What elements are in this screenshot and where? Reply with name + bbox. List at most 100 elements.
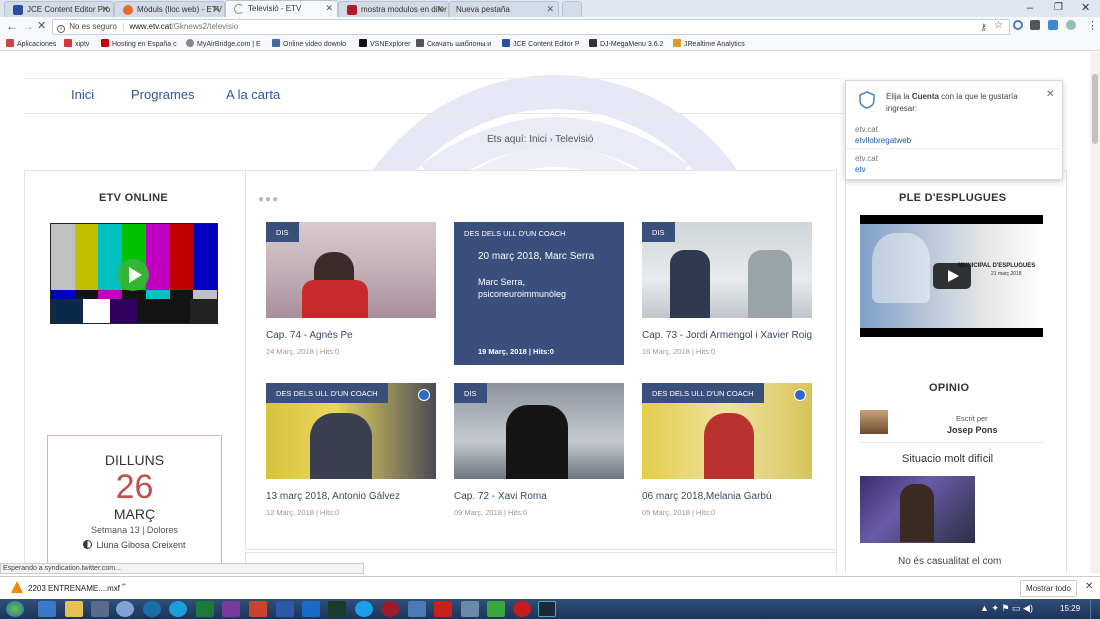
extension-puzzle-icon[interactable]	[1030, 20, 1040, 30]
bookmark-jrealtime[interactable]: JRealtime Analytics	[673, 39, 745, 48]
bookmark-xiptv[interactable]: xiptv	[64, 39, 89, 48]
news-meta: 09 Març, 2018 | Hits:0	[454, 508, 528, 517]
tab-moduls[interactable]: Mòduls (lloc web) - ETV ✕	[114, 1, 225, 17]
scrollbar[interactable]	[1090, 52, 1100, 573]
play-icon[interactable]	[117, 259, 149, 291]
scrollbar-thumb[interactable]	[1092, 74, 1098, 144]
tab-new[interactable]: Nueva pestaña ✕	[449, 1, 559, 17]
category-tag[interactable]: DIS	[266, 222, 299, 242]
extension-v-icon[interactable]	[1048, 20, 1058, 30]
close-icon[interactable]: ✕	[1046, 89, 1054, 100]
media-icon[interactable]	[91, 601, 109, 617]
app-icon[interactable]	[408, 601, 426, 617]
more-dots-icon[interactable]: ●●●	[258, 194, 279, 205]
info-icon[interactable]: i	[57, 25, 65, 33]
close-icon[interactable]: ✕	[546, 4, 554, 15]
bookmark-djmegamenu[interactable]: DJ-MegaMenu 3.6.2	[589, 39, 663, 48]
news-title[interactable]: Cap. 73 - Jordi Armengol i Xavier Roig	[642, 330, 812, 341]
bookmark-vsnexplorer[interactable]: VSNExplorer	[359, 39, 410, 48]
article-image[interactable]	[860, 476, 975, 543]
news-thumb[interactable]: DIS	[454, 383, 624, 479]
stop-icon[interactable]: ✕	[37, 19, 46, 32]
tray-icons[interactable]: ▲ ✦ ⚑ ▭ ◀)	[980, 603, 1033, 614]
bookmark-hosting[interactable]: Hosting en España c	[101, 39, 177, 48]
forward-icon[interactable]: →	[22, 19, 34, 33]
chrome-icon[interactable]	[116, 601, 134, 617]
news-title[interactable]: Cap. 74 - Agnès Pe	[266, 330, 353, 341]
powerpoint-icon[interactable]	[249, 601, 267, 617]
filezilla-icon[interactable]	[434, 601, 452, 617]
app-icon[interactable]	[513, 601, 531, 617]
tab-jce[interactable]: JCE Content Editor Pro - ✕	[4, 1, 114, 17]
play-icon[interactable]	[933, 263, 971, 289]
close-icon[interactable]: ✕	[1085, 581, 1093, 592]
bookmark-jce[interactable]: JCE Content Editor P	[502, 39, 580, 48]
news-title[interactable]: 20 març 2018, Marc Serra	[454, 245, 624, 262]
author-name[interactable]: Josep Pons	[947, 425, 998, 435]
news-thumb[interactable]: DES DELS ULL D'UN COACH	[642, 383, 812, 479]
extension-shield-icon[interactable]	[1013, 20, 1023, 30]
close-icon[interactable]: ✕	[101, 4, 109, 15]
start-icon[interactable]	[6, 601, 24, 617]
app-icon[interactable]	[355, 601, 373, 617]
explorer-icon[interactable]	[65, 601, 83, 617]
vsn-icon[interactable]	[538, 601, 556, 617]
back-icon[interactable]: ←	[6, 19, 18, 33]
ple-video[interactable]: MUNICIPAL D'ESPLUGUES 21 març 2018	[860, 215, 1043, 337]
bookmark-video-downloader[interactable]: Online video downlo	[272, 39, 346, 48]
close-window-icon[interactable]: ✕	[1081, 1, 1090, 14]
bookmark-templates[interactable]: Скачать шаблоны и	[416, 39, 491, 48]
word-icon[interactable]	[276, 601, 294, 617]
maximize-icon[interactable]: ❐	[1054, 2, 1063, 13]
app-icon[interactable]	[381, 601, 399, 617]
news-thumb[interactable]: DIS	[266, 222, 436, 318]
article-title[interactable]: Situacio molt difícil	[902, 453, 993, 465]
breadcrumb-home[interactable]: Inici	[529, 134, 547, 145]
account-option[interactable]: etv.cat etvllobregatweb	[855, 125, 911, 145]
download-file[interactable]: 2203 ENTRENAME....mxf	[28, 584, 120, 593]
account-option[interactable]: etv.cat etv	[855, 154, 878, 174]
tab-mostra[interactable]: mostra modulos en difer ✕	[338, 1, 449, 17]
ie-icon[interactable]	[38, 601, 56, 617]
category-tag[interactable]: DIS	[642, 222, 675, 242]
bookmark-myairbridge[interactable]: MyAirBridge.com | E	[186, 39, 261, 48]
category-tag[interactable]: DES DELS ULL D'UN COACH	[454, 222, 624, 245]
close-icon[interactable]: ✕	[212, 4, 220, 15]
nav-programes[interactable]: Programes	[131, 87, 195, 102]
close-icon[interactable]: ✕	[436, 4, 444, 15]
extension-w-icon[interactable]	[1066, 20, 1076, 30]
photoshop-icon[interactable]	[328, 601, 346, 617]
show-all-button[interactable]: Mostrar todo	[1020, 580, 1077, 597]
chevron-up-icon[interactable]: ⌃	[120, 582, 128, 593]
skype-icon[interactable]	[169, 601, 187, 617]
nav-inici[interactable]: Inici	[71, 87, 94, 102]
onenote-icon[interactable]	[222, 601, 240, 617]
category-tag[interactable]: DES DELS ULL D'UN COACH	[266, 383, 388, 403]
new-tab-button[interactable]	[562, 1, 582, 17]
tab-televisio[interactable]: Televisió - ETV ✕	[225, 0, 338, 17]
news-title[interactable]: 06 març 2018,Melania Garbú	[642, 491, 772, 502]
app-icon[interactable]	[143, 601, 161, 617]
news-card[interactable]: DES DELS ULL D'UN COACH 20 març 2018, Ma…	[454, 222, 624, 365]
outlook-icon[interactable]	[302, 601, 320, 617]
news-thumb[interactable]: DIS	[642, 222, 812, 318]
star-icon[interactable]: ☆	[994, 19, 1003, 33]
etv-online-player[interactable]	[50, 223, 218, 324]
clock[interactable]: 15:29	[1060, 604, 1080, 613]
app-icon[interactable]	[461, 601, 479, 617]
close-icon[interactable]: ✕	[325, 3, 333, 14]
key-icon[interactable]: ⚷	[980, 20, 987, 34]
news-title[interactable]: Cap. 72 - Xavi Roma	[454, 491, 547, 502]
app-icon[interactable]	[487, 601, 505, 617]
bookmark-apps[interactable]: Aplicaciones	[6, 39, 56, 48]
category-tag[interactable]: DIS	[454, 383, 487, 403]
show-desktop-button[interactable]	[1090, 599, 1100, 619]
category-tag[interactable]: DES DELS ULL D'UN COACH	[642, 383, 764, 403]
minimize-icon[interactable]: –	[1027, 2, 1033, 14]
excel-icon[interactable]	[196, 601, 214, 617]
menu-icon[interactable]: ⋮	[1087, 19, 1098, 32]
news-thumb[interactable]: DES DELS ULL D'UN COACH	[266, 383, 436, 479]
nav-a-la-carta[interactable]: A la carta	[226, 87, 280, 102]
url-bar[interactable]: i No es seguro | www.etv.cat/Gknews2/tel…	[52, 19, 1010, 35]
news-title[interactable]: 13 març 2018, Antonio Gálvez	[266, 491, 400, 502]
